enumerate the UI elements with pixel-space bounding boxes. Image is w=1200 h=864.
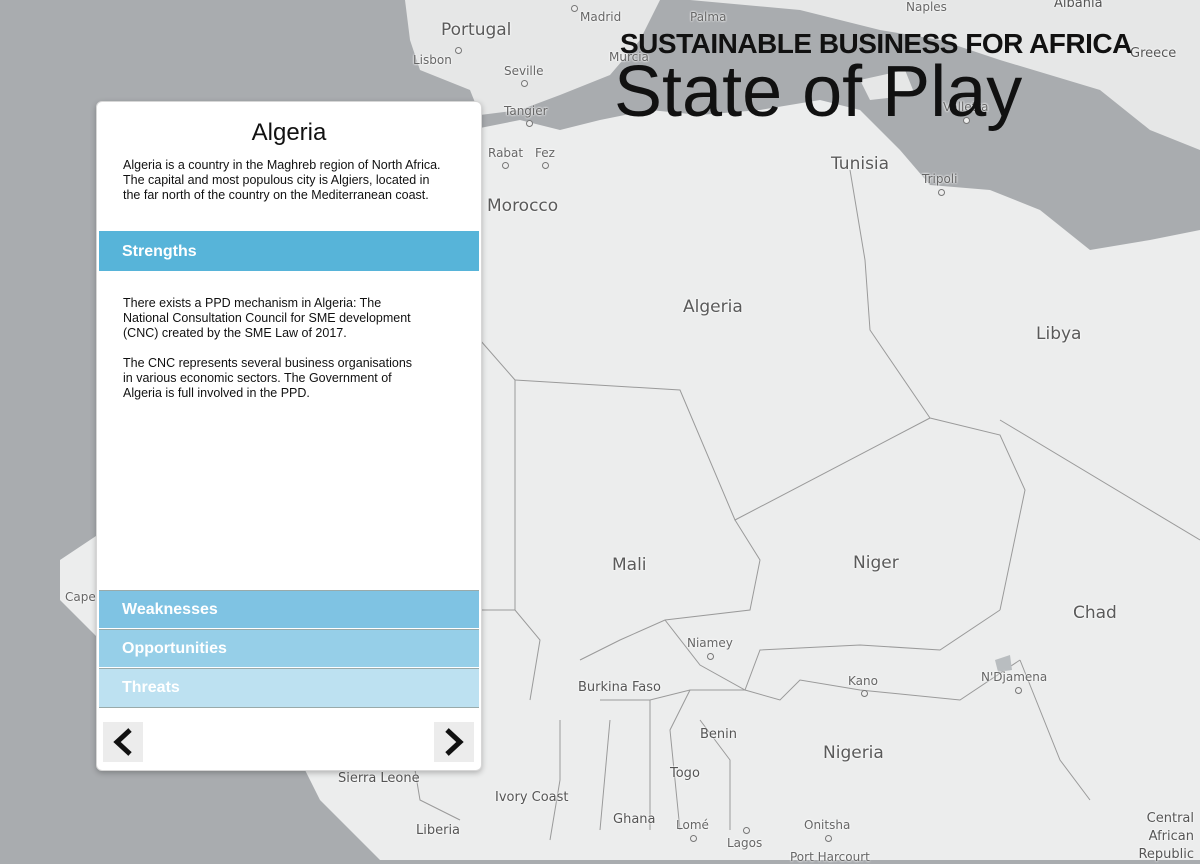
- country-description: Algeria is a country in the Maghreb regi…: [123, 158, 441, 202]
- city-dot: [743, 827, 750, 834]
- map-label-tangier: Tangier: [504, 104, 548, 118]
- chevron-right-icon: [445, 728, 464, 756]
- city-dot: [861, 690, 868, 697]
- map-label-seville: Seville: [504, 64, 544, 78]
- map-label-rabat: Rabat: [488, 146, 524, 160]
- map-label-lagos: Lagos: [727, 836, 763, 850]
- map-label-fez: Fez: [535, 146, 555, 160]
- city-dot: [542, 162, 549, 169]
- map-label-port-harcourt: Port Harcourt: [790, 850, 870, 864]
- map-label-nigeria: Nigeria: [823, 743, 884, 763]
- tab-strengths[interactable]: Strengths: [99, 231, 479, 271]
- city-dot: [825, 835, 832, 842]
- map-label-lome: Lomé: [676, 818, 709, 832]
- map-label-kano: Kano: [848, 674, 878, 688]
- strengths-paragraph: The CNC represents several business orga…: [123, 356, 413, 400]
- city-dot: [571, 5, 578, 12]
- city-dot: [526, 120, 533, 127]
- map-label-greece: Greece: [1130, 46, 1177, 61]
- map-label-burkina-faso: Burkina Faso: [578, 680, 661, 695]
- city-dot: [938, 189, 945, 196]
- country-info-panel: Algeria Algeria is a country in the Magh…: [96, 101, 482, 771]
- map-label-sierra-leone: Sierra Leone: [338, 771, 420, 786]
- strengths-content: There exists a PPD mechanism in Algeria:…: [123, 296, 423, 416]
- map-label-palma: Palma: [690, 10, 727, 24]
- map-label-tripoli: Tripoli: [922, 172, 958, 186]
- map-label-ghana: Ghana: [613, 812, 656, 827]
- tab-opportunities[interactable]: Opportunities: [99, 629, 479, 667]
- map-label-algeria: Algeria: [683, 297, 743, 317]
- map-label-central-african-republic: Central African Republic: [1138, 811, 1194, 862]
- page-title: State of Play: [614, 52, 1023, 132]
- city-dot: [455, 47, 462, 54]
- city-dot: [1015, 687, 1022, 694]
- page-header: SUSTAINABLE BUSINESS FOR AFRICA State of…: [614, 28, 1132, 128]
- map-label-madrid: Madrid: [580, 10, 622, 24]
- map-label-libya: Libya: [1036, 324, 1082, 344]
- map-label-togo: Togo: [670, 766, 700, 781]
- tab-weaknesses[interactable]: Weaknesses: [99, 590, 479, 628]
- map-label-morocco: Morocco: [487, 196, 559, 216]
- map-label-tunisia: Tunisia: [831, 154, 890, 174]
- next-button[interactable]: [434, 722, 474, 762]
- city-dot: [707, 653, 714, 660]
- chevron-left-icon: [113, 728, 132, 756]
- previous-button[interactable]: [103, 722, 143, 762]
- map-label-mali: Mali: [612, 555, 647, 575]
- map-label-portugal: Portugal: [441, 20, 512, 40]
- map-label-naples: Naples: [906, 0, 947, 14]
- map-label-lisbon: Lisbon: [413, 53, 452, 67]
- tab-threats[interactable]: Threats: [99, 668, 479, 708]
- map-label-liberia: Liberia: [416, 823, 461, 838]
- country-name: Algeria: [251, 119, 327, 146]
- map-label-ndjamena: N'Djamena: [981, 670, 1048, 684]
- map-label-niger: Niger: [853, 553, 899, 573]
- map-label-ivory-coast: Ivory Coast: [495, 790, 569, 805]
- map-label-benin: Benin: [700, 727, 738, 742]
- map-label-chad: Chad: [1073, 603, 1117, 623]
- map-label-albania: Albania: [1054, 0, 1103, 11]
- city-dot: [502, 162, 509, 169]
- city-dot: [521, 80, 528, 87]
- map-label-cape: Cape: [65, 590, 96, 604]
- strengths-paragraph: There exists a PPD mechanism in Algeria:…: [123, 296, 411, 340]
- city-dot: [690, 835, 697, 842]
- map-label-niamey: Niamey: [687, 636, 733, 650]
- map-label-onitsha: Onitsha: [804, 818, 851, 832]
